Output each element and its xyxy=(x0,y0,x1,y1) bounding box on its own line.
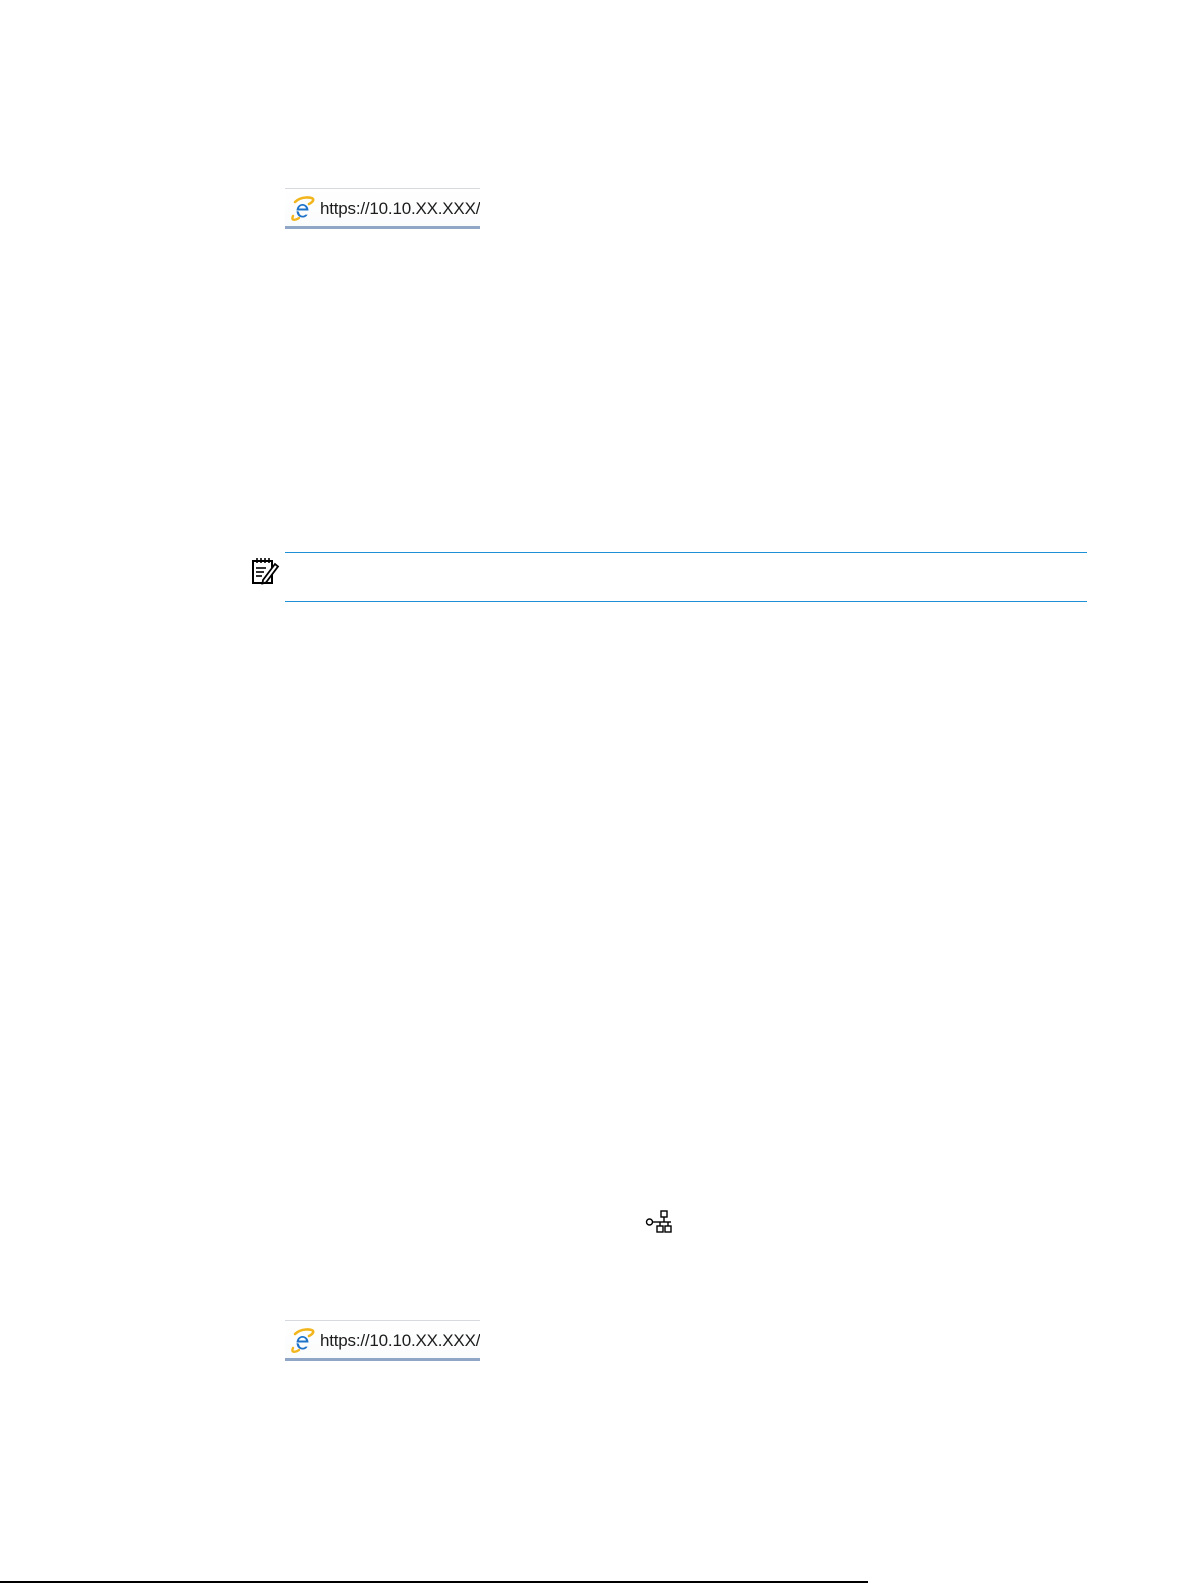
browser-address-bar[interactable]: https://10.10.XX.XXX/ xyxy=(285,1320,480,1361)
internet-explorer-icon xyxy=(291,1328,315,1353)
network-icon xyxy=(645,1210,672,1233)
browser-address-bar[interactable]: https://10.10.XX.XXX/ xyxy=(285,188,480,229)
address-url-text: https://10.10.XX.XXX/ xyxy=(320,1331,480,1350)
note-top-rule xyxy=(285,552,1087,553)
footer-rule xyxy=(0,1581,868,1583)
address-url-text: https://10.10.XX.XXX/ xyxy=(320,199,480,218)
manual-page: https://10.10.XX.XXX/ https://10.10.XX.X… xyxy=(0,0,1191,1585)
note-bottom-rule xyxy=(285,601,1087,602)
internet-explorer-icon xyxy=(291,196,315,221)
note-icon xyxy=(252,558,280,585)
